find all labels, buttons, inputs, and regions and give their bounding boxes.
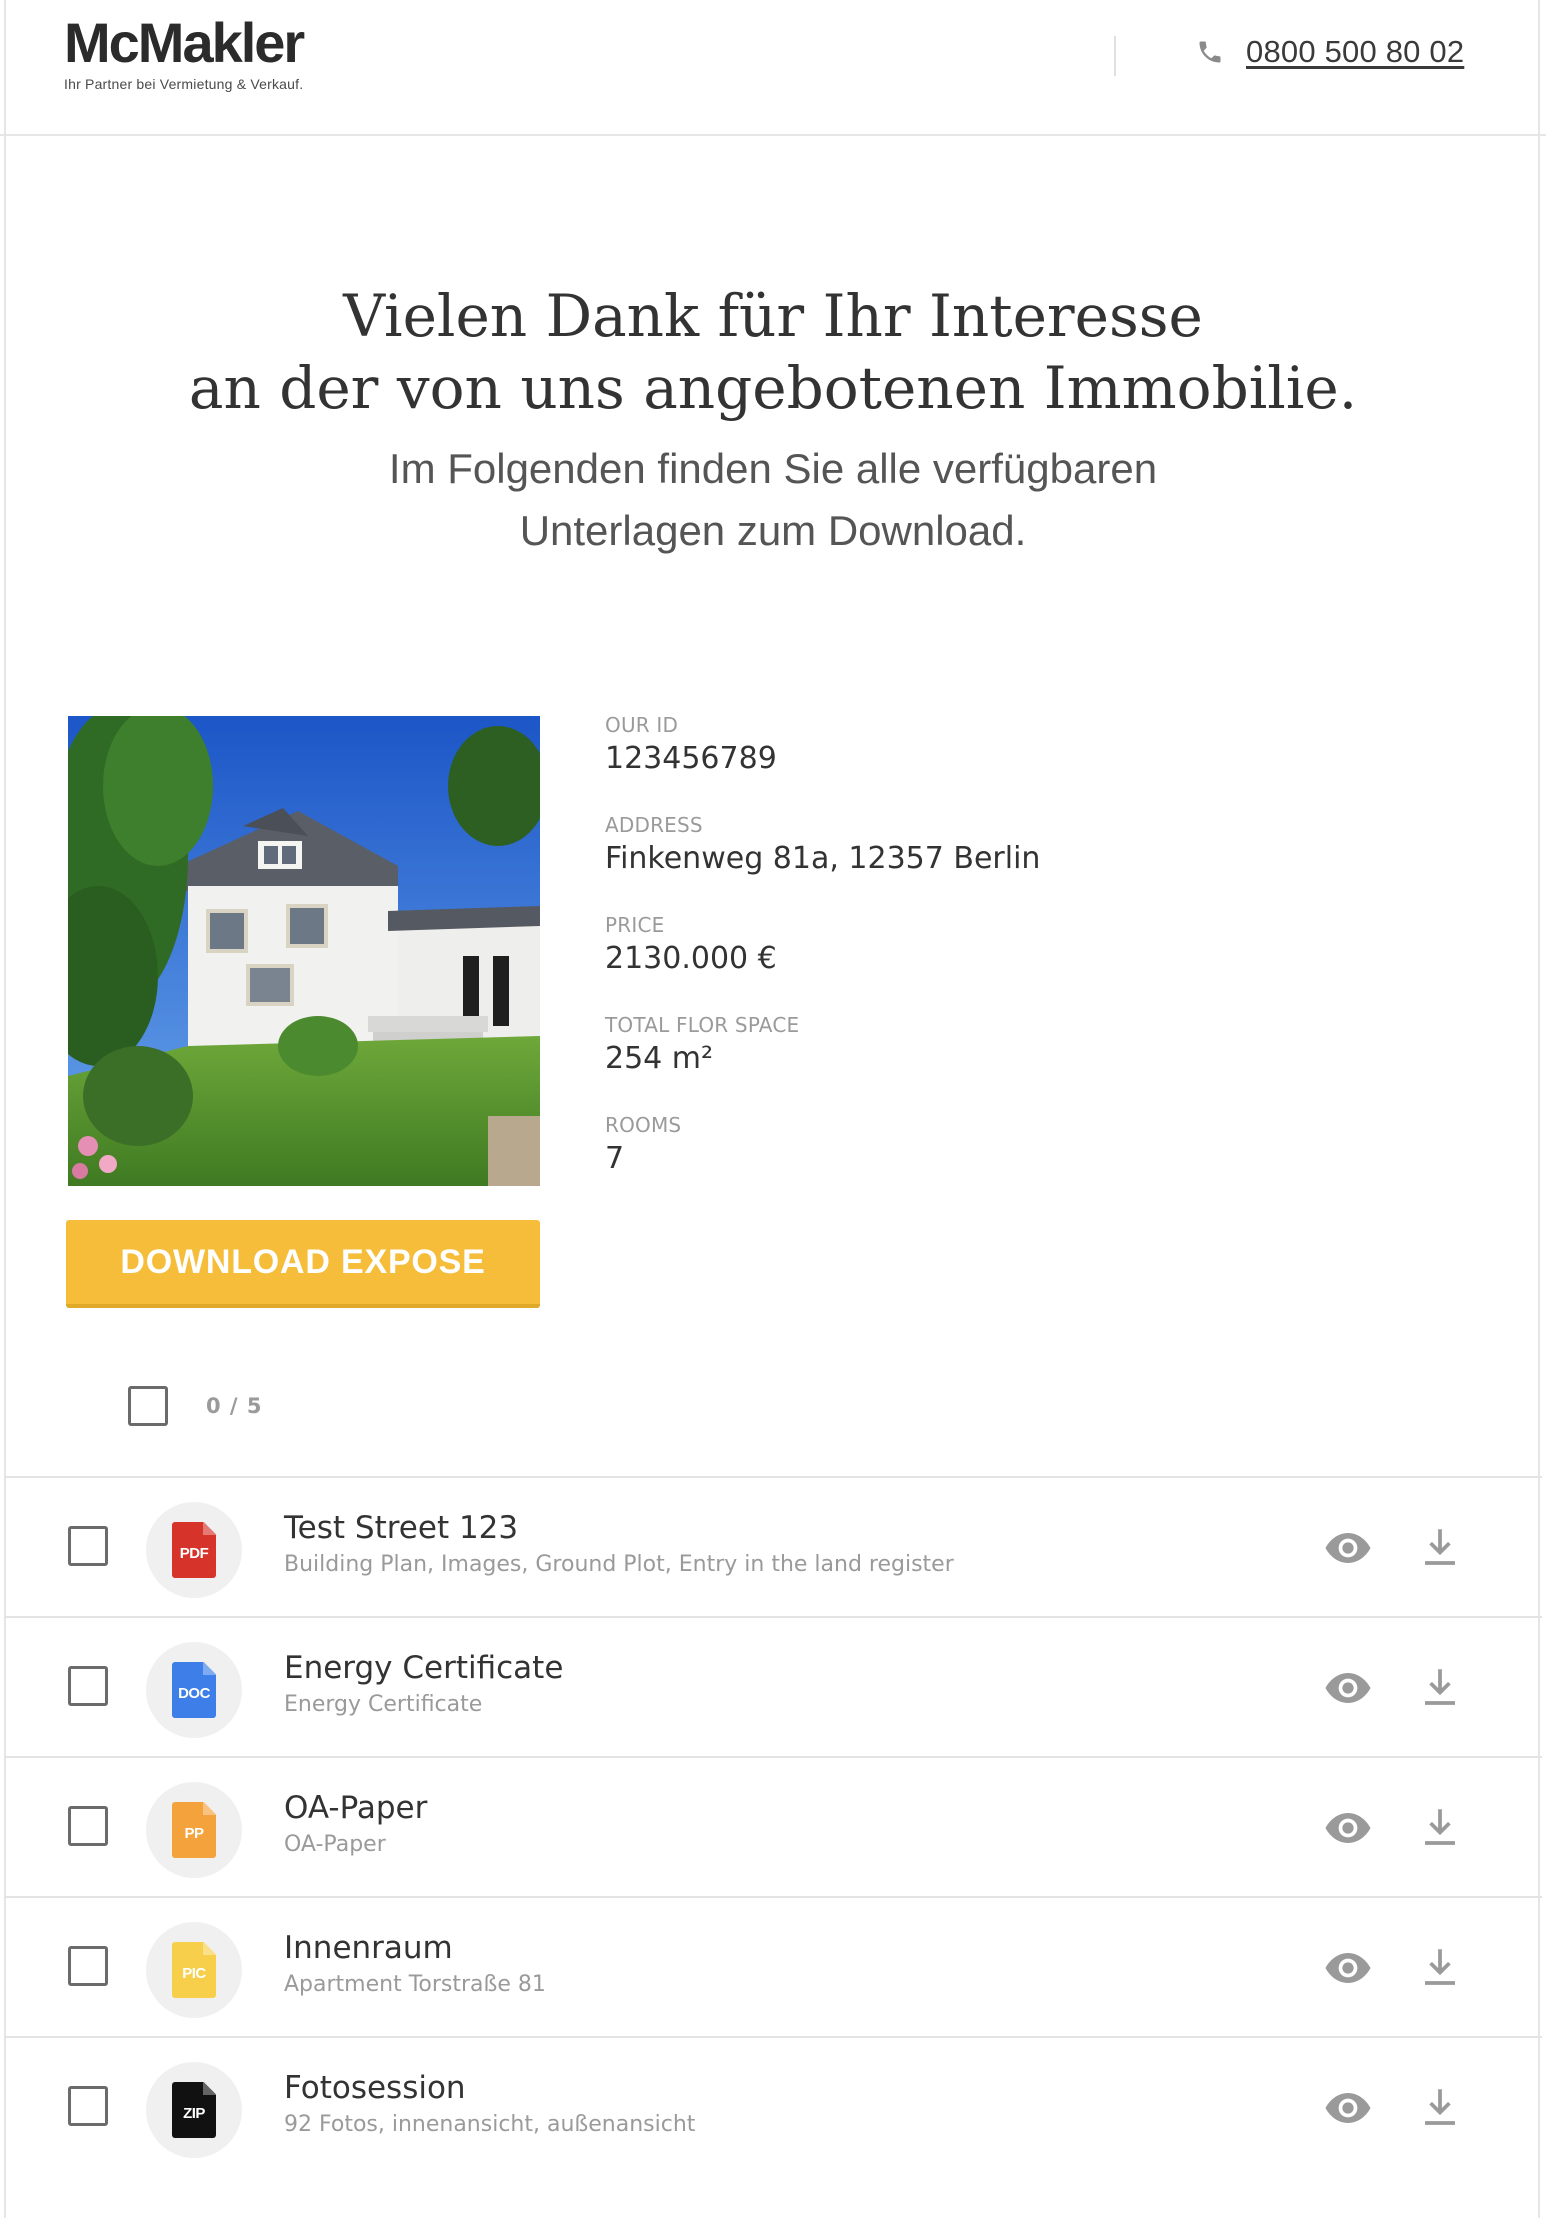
- document-row: DOC Energy Certificate Energy Certificat…: [4, 1616, 1542, 1756]
- document-description: Building Plan, Images, Ground Plot, Entr…: [284, 1552, 954, 1577]
- view-button[interactable]: [1322, 1802, 1374, 1854]
- view-button[interactable]: [1322, 2082, 1374, 2134]
- document-description: OA-Paper: [284, 1832, 386, 1857]
- file-badge: DOC: [146, 1642, 242, 1738]
- detail-rooms: ROOMS 7: [605, 1112, 1040, 1212]
- document-description: 92 Fotos, innenansicht, außenansicht: [284, 2112, 696, 2137]
- file-type-label: PP: [184, 1824, 204, 1842]
- select-all-checkbox[interactable]: [128, 1386, 168, 1426]
- document-text: Energy Certificate Energy Certificate: [284, 1648, 563, 1720]
- download-button[interactable]: [1414, 1662, 1466, 1714]
- header: McMakler Ihr Partner bei Vermietung & Ve…: [0, 0, 1546, 136]
- detail-label: ROOMS: [605, 1113, 682, 1137]
- eye-icon: [1325, 2093, 1371, 2123]
- detail-floor-space: TOTAL FLOR SPACE 254 m²: [605, 1012, 1040, 1112]
- logo-tagline: Ihr Partner bei Vermietung & Verkauf.: [64, 76, 304, 92]
- detail-id: OUR ID 123456789: [605, 712, 1040, 812]
- document-title: Test Street 123: [284, 1510, 519, 1546]
- pdf-file-icon: PDF: [172, 1522, 216, 1578]
- document-text: OA-Paper OA-Paper: [284, 1788, 427, 1860]
- detail-value: 254 m²: [605, 1041, 714, 1076]
- file-type-label: ZIP: [183, 2104, 205, 2122]
- document-description: Apartment Torstraße 81: [284, 1972, 546, 1997]
- logo[interactable]: McMakler Ihr Partner bei Vermietung & Ve…: [64, 11, 305, 93]
- download-icon: [1425, 1529, 1455, 1565]
- document-text: Fotosession 92 Fotos, innenansicht, auße…: [284, 2068, 695, 2140]
- logo-text: McMakler: [64, 11, 305, 74]
- document-checkbox[interactable]: [68, 1666, 108, 1706]
- hero-title: Vielen Dank für Ihr Interesse an der von…: [0, 280, 1546, 424]
- hero-subtitle: Im Folgenden finden Sie alle verfügbaren…: [0, 438, 1546, 562]
- document-title: Innenraum: [284, 1930, 453, 1966]
- detail-address: ADDRESS Finkenweg 81a, 12357 Berlin: [605, 812, 1040, 912]
- detail-price: PRICE 2130.000 €: [605, 912, 1040, 1012]
- selection-count: 0 / 5: [206, 1394, 263, 1418]
- phone-link[interactable]: 0800 500 80 02: [1196, 34, 1464, 70]
- select-all: 0 / 5: [128, 1386, 263, 1426]
- eye-icon: [1325, 1953, 1371, 1983]
- detail-value: 7: [605, 1141, 625, 1176]
- property-details: OUR ID 123456789 ADDRESS Finkenweg 81a, …: [605, 712, 1040, 1212]
- download-button[interactable]: [1414, 2082, 1466, 2134]
- detail-label: ADDRESS: [605, 813, 703, 837]
- hero-title-line1: Vielen Dank für Ihr Interesse: [343, 282, 1203, 350]
- view-button[interactable]: [1322, 1522, 1374, 1574]
- eye-icon: [1325, 1533, 1371, 1563]
- download-button[interactable]: [1414, 1942, 1466, 1994]
- detail-label: PRICE: [605, 913, 665, 937]
- document-checkbox[interactable]: [68, 2086, 108, 2126]
- document-row: PIC Innenraum Apartment Torstraße 81: [4, 1896, 1542, 2036]
- document-row: PP OA-Paper OA-Paper: [4, 1756, 1542, 1896]
- file-type-label: PDF: [179, 1544, 209, 1562]
- detail-value: 2130.000 €: [605, 941, 777, 976]
- detail-label: OUR ID: [605, 713, 679, 737]
- zip-file-icon: ZIP: [172, 2082, 216, 2138]
- detail-value: 123456789: [605, 741, 777, 776]
- eye-icon: [1325, 1813, 1371, 1843]
- download-icon: [1425, 1669, 1455, 1705]
- file-badge: PP: [146, 1782, 242, 1878]
- doc-file-icon: DOC: [172, 1662, 216, 1718]
- hero-title-line2: an der von uns angebotenen Immobilie.: [188, 354, 1358, 422]
- document-title: Energy Certificate: [284, 1650, 564, 1686]
- detail-value: Finkenweg 81a, 12357 Berlin: [605, 841, 1041, 876]
- file-badge: ZIP: [146, 2062, 242, 2158]
- hero: Vielen Dank für Ihr Interesse an der von…: [0, 280, 1546, 562]
- file-badge: PDF: [146, 1502, 242, 1598]
- document-text: Test Street 123 Building Plan, Images, G…: [284, 1508, 954, 1580]
- download-icon: [1425, 2089, 1455, 2125]
- document-checkbox[interactable]: [68, 1946, 108, 1986]
- document-title: Fotosession: [284, 2070, 466, 2106]
- property-photo: [68, 716, 540, 1186]
- download-expose-button[interactable]: DOWNLOAD EXPOSE: [66, 1220, 540, 1308]
- document-list: PDF Test Street 123 Building Plan, Image…: [4, 1476, 1542, 2176]
- download-icon: [1425, 1949, 1455, 1985]
- document-text: Innenraum Apartment Torstraße 81: [284, 1928, 546, 2000]
- download-icon: [1425, 1809, 1455, 1845]
- download-button[interactable]: [1414, 1802, 1466, 1854]
- document-description: Energy Certificate: [284, 1692, 483, 1717]
- pic-file-icon: PIC: [172, 1942, 216, 1998]
- document-row: PDF Test Street 123 Building Plan, Image…: [4, 1476, 1542, 1616]
- phone-number: 0800 500 80 02: [1246, 34, 1465, 69]
- file-type-label: PIC: [182, 1964, 206, 1982]
- detail-label: TOTAL FLOR SPACE: [605, 1013, 800, 1037]
- pp-file-icon: PP: [172, 1802, 216, 1858]
- phone-icon: [1199, 41, 1221, 63]
- eye-icon: [1325, 1673, 1371, 1703]
- document-title: OA-Paper: [284, 1790, 428, 1826]
- view-button[interactable]: [1322, 1662, 1374, 1714]
- hero-sub-line2: Unterlagen zum Download.: [519, 507, 1027, 554]
- header-divider: [1114, 36, 1116, 76]
- hero-sub-line1: Im Folgenden finden Sie alle verfügbaren: [388, 445, 1158, 492]
- view-button[interactable]: [1322, 1942, 1374, 1994]
- document-checkbox[interactable]: [68, 1806, 108, 1846]
- document-checkbox[interactable]: [68, 1526, 108, 1566]
- file-type-label: DOC: [178, 1684, 210, 1702]
- document-row: ZIP Fotosession 92 Fotos, innenansicht, …: [4, 2036, 1542, 2176]
- download-button[interactable]: [1414, 1522, 1466, 1574]
- file-badge: PIC: [146, 1922, 242, 2018]
